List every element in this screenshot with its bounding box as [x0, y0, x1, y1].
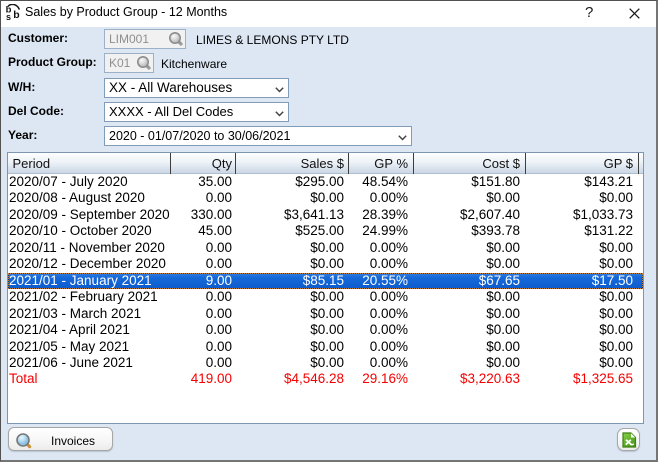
svg-text:s: s	[6, 12, 11, 22]
svg-text:b: b	[13, 9, 19, 21]
